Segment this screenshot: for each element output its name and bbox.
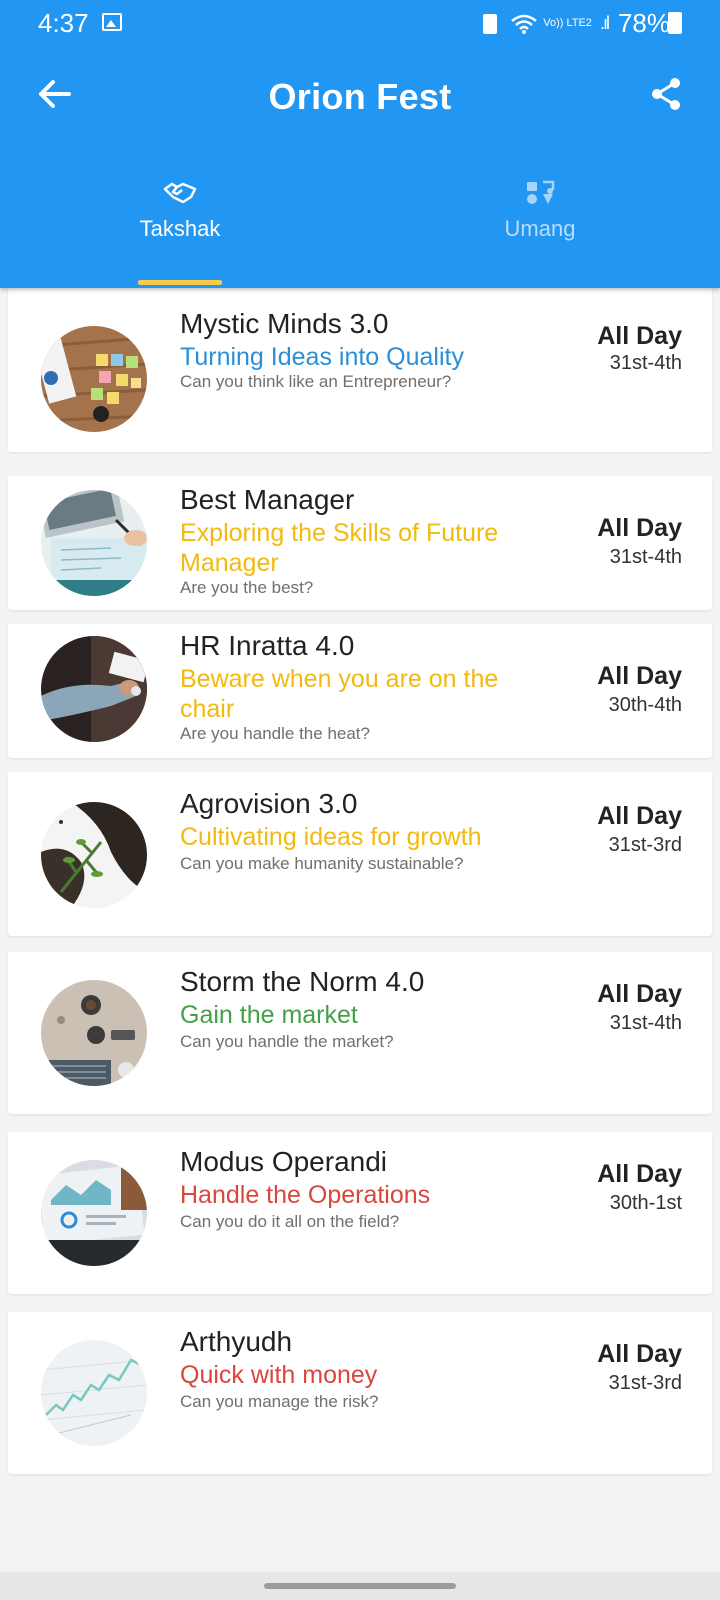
event-date: 31st-3rd [608, 834, 682, 856]
event-title: Best Manager [180, 484, 355, 515]
event-card[interactable]: Arthyudh Quick with money Can you manage… [8, 1312, 712, 1474]
status-bar: 4:37 Vo)) LTE2 .ıl 78% [0, 0, 720, 46]
event-thumbnail [41, 1160, 147, 1266]
event-title: Arthyudh [180, 1326, 293, 1357]
event-title: Agrovision 3.0 [180, 788, 358, 819]
event-thumbnail [41, 636, 147, 742]
event-date: 30th-4th [608, 694, 682, 716]
event-question: Can you think like an Entrepreneur? [180, 372, 452, 391]
event-date: 31st-4th [609, 1012, 682, 1034]
tab-takshak[interactable]: Takshak [0, 170, 360, 288]
event-title: Modus Operandi [180, 1146, 388, 1177]
wifi-icon [511, 14, 538, 34]
status-indicators: Vo)) LTE2 .ıl 78% [483, 8, 670, 39]
event-tagline: Beware when you are on the chair [180, 665, 499, 723]
event-tagline: Quick with money [180, 1361, 378, 1389]
battery-saver-icon [483, 13, 498, 34]
event-question: Can you do it all on the field? [180, 1212, 400, 1231]
event-title: Storm the Norm 4.0 [180, 966, 425, 997]
handshake-icon [163, 182, 197, 204]
battery-percent: 78% [617, 8, 670, 38]
event-card[interactable]: Mystic Minds 3.0 Turning Ideas into Qual… [8, 288, 712, 452]
page-title: Orion Fest [268, 76, 452, 117]
event-thumbnail [41, 980, 147, 1086]
event-thumbnail [41, 490, 147, 596]
share-button[interactable] [642, 70, 690, 118]
event-card[interactable]: Storm the Norm 4.0 Gain the market Can y… [8, 952, 712, 1114]
image-notification-icon [102, 13, 122, 31]
tab-label: Takshak [139, 216, 221, 241]
selected-tab-indicator [138, 280, 222, 285]
event-thumbnail [41, 326, 147, 432]
event-tagline: Cultivating ideas for growth [180, 823, 482, 851]
event-date: 31st-3rd [608, 1372, 682, 1394]
music-icon [527, 180, 555, 204]
event-question: Can you manage the risk? [180, 1392, 379, 1411]
event-title: Mystic Minds 3.0 [180, 308, 389, 339]
event-date: 30th-1st [609, 1192, 682, 1214]
battery-icon [668, 12, 682, 34]
event-time: All Day [597, 802, 682, 830]
event-tagline: Gain the market [180, 1001, 358, 1029]
event-card[interactable]: Modus Operandi Handle the Operations Can… [8, 1132, 712, 1294]
event-tagline: Handle the Operations [180, 1181, 431, 1209]
event-tagline: Turning Ideas into Quality [180, 343, 464, 371]
event-thumbnail [41, 802, 147, 908]
network-type: Vo)) LTE2 [543, 17, 592, 29]
event-time: All Day [597, 514, 682, 542]
tab-bar: Takshak Umang [0, 170, 720, 288]
status-time: 4:37 [38, 8, 89, 38]
event-time: All Day [597, 1340, 682, 1368]
event-question: Can you handle the market? [180, 1032, 394, 1051]
event-question: Are you the best? [180, 578, 314, 597]
app-header: 4:37 Vo)) LTE2 .ıl 78% Orion Fest Taksha… [0, 0, 720, 288]
event-title: HR Inratta 4.0 [180, 630, 355, 661]
event-time: All Day [597, 322, 682, 350]
event-question: Are you handle the heat? [180, 724, 370, 743]
signal-icon: .ıl [599, 13, 610, 33]
event-card[interactable]: Best Manager Exploring the Skills of Fut… [8, 476, 712, 610]
home-gesture-handle[interactable] [264, 1583, 456, 1589]
event-time: All Day [597, 980, 682, 1008]
event-date: 31st-4th [609, 546, 682, 568]
event-date: 31st-4th [609, 352, 682, 374]
event-time: All Day [597, 1160, 682, 1188]
event-thumbnail [41, 1340, 147, 1446]
share-icon [652, 78, 680, 110]
event-question: Can you make humanity sustainable? [180, 854, 464, 873]
event-card[interactable]: HR Inratta 4.0 Beware when you are on th… [8, 624, 712, 758]
event-card[interactable]: Agrovision 3.0 Cultivating ideas for gro… [8, 772, 712, 936]
tab-umang[interactable]: Umang [360, 170, 720, 288]
event-time: All Day [597, 662, 682, 690]
tab-label: Umang [504, 216, 576, 241]
event-tagline: Exploring the Skills of Future Manager [180, 519, 499, 577]
toolbar: Orion Fest [0, 46, 720, 146]
